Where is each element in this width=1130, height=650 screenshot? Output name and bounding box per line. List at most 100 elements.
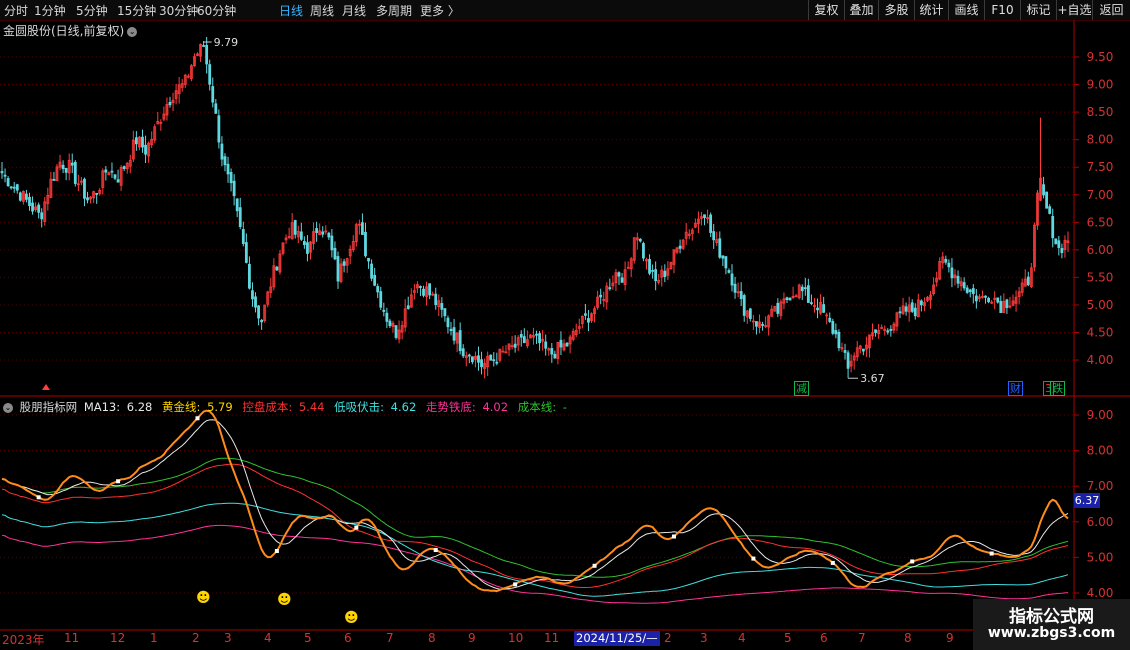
low-buy-line	[1, 502, 1069, 597]
price-tick-label: 4.00	[1087, 353, 1114, 367]
candle-body	[251, 290, 254, 300]
candle-body	[434, 293, 438, 306]
candle-body	[367, 257, 370, 262]
candle-body	[522, 336, 526, 344]
candlestick-chart: 9.79 3.67	[0, 36, 1070, 390]
candle-body	[947, 262, 951, 268]
legend-control: 控盘成本: 5.44	[242, 400, 327, 414]
price-tick-label: 6.50	[1087, 215, 1114, 229]
gold-marker	[671, 534, 676, 539]
candle-body	[984, 295, 987, 298]
candle-body	[64, 167, 68, 173]
candle-body	[785, 297, 789, 300]
grid-layer	[0, 56, 1074, 594]
gold-marker	[989, 551, 994, 556]
legend-gold-label: 黄金线:	[162, 400, 205, 414]
date-label: 5	[304, 631, 312, 645]
candle-body	[1060, 248, 1064, 253]
candle-body	[583, 313, 587, 316]
candle-body	[116, 179, 120, 183]
legend-bottom-label: 走势铁底:	[425, 400, 480, 414]
candle-body	[306, 242, 309, 254]
candle-body	[889, 328, 893, 331]
candle-body	[376, 286, 380, 293]
candle-body	[419, 286, 422, 288]
date-label: 9	[946, 631, 954, 645]
candle-body	[638, 238, 642, 242]
candle-body	[1042, 184, 1045, 196]
date-label: 7	[386, 631, 394, 645]
indicator-tick-label: 7.00	[1087, 479, 1114, 493]
candle-body	[226, 163, 230, 175]
candle-body	[254, 296, 257, 308]
candle-body	[831, 321, 835, 334]
candle-body	[739, 291, 743, 300]
legend-cost: 成本线: -	[518, 400, 570, 414]
candle-body	[18, 192, 22, 201]
candle-body	[61, 164, 65, 170]
indicator-tick-label: 8.00	[1087, 444, 1114, 458]
candle-body	[663, 270, 667, 277]
candle-body	[553, 353, 557, 359]
gold-marker	[195, 416, 200, 421]
candle-body	[217, 115, 221, 143]
candle-body	[168, 101, 172, 106]
candle-body	[232, 180, 236, 197]
candle-body	[9, 186, 13, 189]
candle-body	[822, 304, 826, 313]
candle-body	[587, 318, 590, 323]
gold-marker	[751, 556, 756, 561]
candle-body	[495, 361, 499, 364]
legend-lowbuy-value: 4.62	[390, 400, 417, 414]
date-label: 3	[700, 631, 708, 645]
smile-signal-icon: ☻	[277, 592, 292, 608]
candle-body	[440, 303, 444, 310]
indicator-menu-icon[interactable]: ⌄	[3, 402, 13, 413]
candle-body	[730, 273, 734, 286]
candle-body	[956, 275, 960, 284]
signal-badge-0: 减	[794, 381, 809, 396]
candle-body	[898, 311, 902, 314]
candle-body	[620, 277, 624, 283]
candle-body	[73, 161, 77, 184]
candle-body	[388, 320, 392, 327]
candle-body	[248, 263, 251, 289]
candle-body	[208, 64, 212, 85]
candle-body	[788, 297, 792, 301]
candle-body	[648, 258, 651, 274]
legend-control-value: 5.44	[298, 400, 325, 414]
candle-body	[28, 196, 31, 207]
candle-body	[492, 359, 496, 362]
candle-body	[703, 214, 706, 218]
price-tick-label: 5.50	[1087, 270, 1114, 284]
indicator-name[interactable]: 股朋指标网	[20, 400, 78, 414]
gold-marker	[274, 549, 279, 554]
candle-body	[211, 86, 215, 103]
candle-body	[755, 321, 758, 327]
date-label: 3	[224, 631, 232, 645]
candle-body	[260, 319, 264, 323]
candle-body	[385, 312, 389, 322]
candle-body	[364, 231, 367, 257]
candle-body	[373, 274, 377, 286]
candle-body	[275, 266, 279, 271]
legend-ma13-label: MA13:	[83, 400, 124, 414]
candle-body	[83, 178, 86, 199]
candle-body	[205, 44, 209, 65]
gold-marker	[36, 495, 41, 500]
gold-marker	[910, 559, 915, 564]
candle-body	[70, 162, 74, 166]
watermark-url: www.zbgs3.com	[987, 625, 1116, 641]
legend-cost-label: 成本线:	[517, 400, 560, 414]
gold-marker	[354, 525, 359, 530]
date-label: 12	[110, 631, 126, 645]
candle-body	[718, 238, 722, 258]
candle-body	[52, 179, 56, 181]
candle-body	[327, 232, 331, 238]
cost-line	[1, 457, 1069, 578]
candle-body	[379, 291, 383, 308]
date-cursor-label: 2024/11/25/—	[574, 631, 660, 646]
candle-body	[31, 202, 34, 212]
candle-body	[333, 247, 337, 260]
candle-body	[544, 341, 548, 349]
